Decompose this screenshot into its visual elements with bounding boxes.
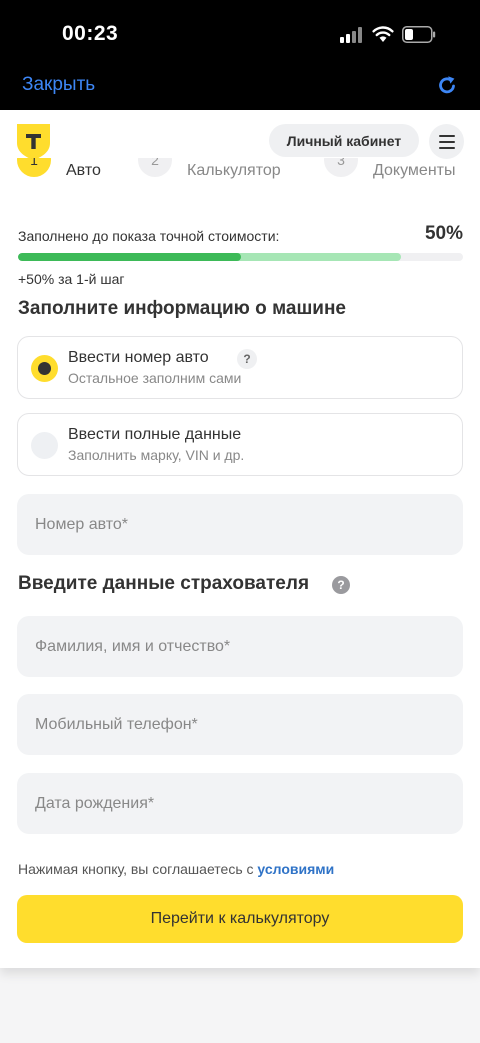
option-enter-full-data[interactable]: Ввести полные данные Заполнить марку, VI…	[17, 413, 463, 476]
close-button[interactable]: Закрыть	[22, 74, 95, 96]
radio-selected[interactable]	[31, 355, 58, 382]
personal-account-button[interactable]: Личный кабинет	[269, 124, 419, 157]
step-number: 2	[138, 158, 172, 177]
option-title: Ввести номер авто	[68, 349, 209, 366]
progress-percent: 50%	[424, 223, 463, 244]
birth-date-field[interactable]: Дата рождения*	[17, 773, 463, 834]
car-section-title: Заполните информацию о машине	[18, 298, 347, 319]
option-title: Ввести полные данные	[68, 426, 242, 443]
option-enter-car-number[interactable]: Ввести номер авто ? Остальное заполним с…	[17, 336, 463, 399]
step-number: 3	[324, 158, 358, 177]
terms-text: Нажимая кнопку, вы соглашаетесь с услови…	[18, 861, 334, 877]
page: Личный кабинет 1 Авто 2 Калькулятор 3 До…	[0, 110, 480, 1043]
status-time: 00:23	[62, 22, 119, 45]
progress-fill	[18, 253, 241, 261]
terms-prefix: Нажимая кнопку, вы соглашаетесь с	[18, 861, 258, 877]
steps-indicator: 1 Авто 2 Калькулятор 3 Документы	[0, 158, 480, 188]
full-name-field[interactable]: Фамилия, имя и отчество*	[17, 616, 463, 677]
car-number-field[interactable]: Номер авто*	[17, 494, 463, 555]
radio-dot	[38, 362, 51, 375]
webview-nav-bar: Закрыть	[0, 70, 480, 110]
step-label: Документы	[373, 162, 456, 179]
progress-bar	[18, 253, 463, 261]
go-to-calculator-button[interactable]: Перейти к калькулятору	[17, 895, 463, 943]
step-label: Авто	[66, 162, 101, 179]
hamburger-menu-icon	[438, 134, 455, 149]
menu-button[interactable]	[429, 124, 464, 159]
phone-field[interactable]: Мобильный телефон*	[17, 694, 463, 755]
progress-label: Заполнено до показа точной стоимости:	[18, 228, 280, 244]
tinkoff-logo[interactable]	[17, 124, 50, 160]
reload-icon[interactable]	[436, 74, 458, 96]
status-bar: 00:23	[0, 0, 480, 70]
progress-bonus-text: +50% за 1-й шаг	[18, 271, 125, 287]
battery-icon	[402, 26, 436, 43]
form-card: Личный кабинет 1 Авто 2 Калькулятор 3 До…	[0, 110, 480, 968]
help-icon[interactable]: ?	[237, 349, 257, 369]
radio-unselected[interactable]	[31, 432, 58, 459]
terms-link[interactable]: условиями	[257, 861, 334, 877]
help-icon[interactable]: ?	[332, 576, 350, 594]
cellular-signal-icon	[340, 27, 362, 43]
insurer-section-title: Введите данные страхователя	[18, 573, 310, 594]
step-label: Калькулятор	[187, 162, 281, 179]
option-subtitle: Остальное заполним сами	[68, 370, 242, 386]
wifi-icon	[372, 26, 394, 42]
step-number: 1	[17, 158, 51, 177]
option-subtitle: Заполнить марку, VIN и др.	[68, 447, 245, 463]
